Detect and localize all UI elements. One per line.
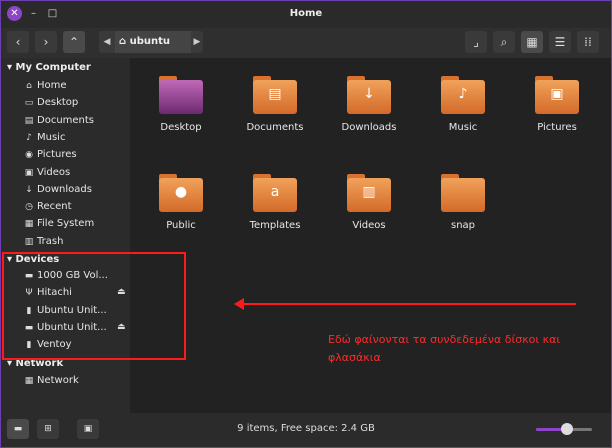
status-bar: ▬ ⊞ ▣ 9 items, Free space: 2.4 GB — [1, 413, 611, 447]
sidebar-place-8[interactable]: ▦ File System — [23, 216, 127, 232]
folder-emblem-icon: ▥ — [362, 184, 376, 200]
folder-icon: ↓ — [347, 74, 391, 114]
list-view-icon[interactable]: ☰ — [549, 31, 571, 53]
sidebar-item-icon: ▭ — [24, 98, 34, 109]
folder-icon: ● — [159, 172, 203, 212]
folder-label: Desktop — [160, 122, 202, 133]
open-terminal-icon[interactable]: ⌟ — [465, 31, 487, 53]
annotation-arrow-head — [234, 298, 244, 310]
search-icon[interactable]: ⌕ — [493, 31, 515, 53]
folder-item[interactable]: ▣ Pictures — [512, 74, 602, 133]
sidebar-item-icon: ↓ — [25, 184, 33, 195]
folder-item[interactable]: ● Public — [136, 172, 226, 231]
title-bar: ✕ – □ Home — [1, 1, 611, 27]
folder-label: Templates — [249, 220, 301, 231]
zoom-slider-knob[interactable] — [560, 423, 573, 435]
annotation-text: Εδώ φαίνονται τα συνδεδεμένα δίσκοι και … — [328, 331, 608, 367]
sidebar-item-label: Downloads — [37, 183, 92, 195]
sidebar-place-0[interactable]: ⌂ Home — [23, 78, 127, 94]
folder-label: Downloads — [341, 122, 397, 133]
folder-label: Public — [166, 220, 196, 231]
grid-view-icon[interactable]: ▦ — [521, 31, 543, 53]
folder-icon: ▣ — [535, 74, 579, 114]
sidebar-item-label: Pictures — [37, 149, 77, 161]
sidebar-item-icon: ▦ — [24, 219, 34, 230]
sidebar-place-3[interactable]: ♪ Music — [23, 130, 127, 146]
annotation-line-2: φλασάκια — [328, 351, 381, 364]
annotation-line-1: Εδώ φαίνονται τα συνδεδεμένα δίσκοι και — [328, 333, 561, 346]
breadcrumb-home[interactable]: ⌂ ubuntu — [115, 31, 191, 53]
status-text: 9 items, Free space: 2.4 GB — [237, 423, 375, 434]
folder-label: Music — [448, 122, 478, 133]
folder-item[interactable]: ▥ Videos — [324, 172, 414, 231]
sidebar-place-4[interactable]: ◉ Pictures — [23, 147, 127, 163]
sidebar-item-label: Network — [37, 375, 79, 386]
folder-item[interactable]: snap — [418, 172, 508, 231]
folder-emblem-icon: ↓ — [363, 86, 375, 102]
folder-icon: ▤ — [253, 74, 297, 114]
folder-icon: ▥ — [347, 172, 391, 212]
sidebar-item-icon: ◉ — [25, 150, 33, 161]
zoom-slider[interactable] — [536, 423, 592, 435]
compact-view-icon[interactable]: ⁞⁞ — [577, 31, 599, 53]
folder-icon: ♪ — [441, 74, 485, 114]
sidebar-item-icon: ⌂ — [26, 81, 32, 91]
sidebar-item-label: Videos — [37, 166, 71, 178]
folder-item[interactable]: ▤ Documents — [230, 74, 320, 133]
toolbar: ‹ › ⌃ ◀ ⌂ ubuntu ▶ ⌟ ⌕ ▦ ☰ ⁞⁞ — [1, 28, 611, 58]
folder-label: Pictures — [537, 122, 577, 133]
folder-icon — [441, 172, 485, 212]
sidebar-item-label: Documents — [37, 114, 95, 126]
sidebar-item-icon: ▤ — [24, 115, 34, 126]
forward-button[interactable]: › — [35, 31, 57, 53]
sidebar-item-label: Desktop — [37, 97, 79, 109]
folder-emblem-icon: ▤ — [268, 86, 282, 102]
folder-label: Documents — [246, 122, 304, 133]
sidebar-item-label: Trash — [37, 235, 64, 247]
devices-highlight-box — [2, 252, 186, 360]
sidebar-item-icon: ▥ — [24, 236, 34, 247]
sidebar-place-9[interactable]: ▥ Trash — [23, 234, 127, 250]
breadcrumb: ◀ ⌂ ubuntu ▶ — [99, 31, 203, 53]
folder-emblem-icon: ● — [174, 184, 188, 200]
file-manager-window: ✕ – □ Home ‹ › ⌃ ◀ ⌂ ubuntu ▶ ⌟ ⌕ ▦ ☰ ⁞⁞… — [0, 0, 612, 448]
sidebar-place-5[interactable]: ▣ Videos — [23, 165, 127, 181]
section-my-computer[interactable]: ▾ My Computer — [7, 62, 91, 73]
sidebar-place-7[interactable]: ◷ Recent — [23, 199, 127, 215]
window-title: Home — [289, 8, 323, 19]
sidebar-place-2[interactable]: ▤ Documents — [23, 113, 127, 129]
sidebar-item-icon: ♪ — [26, 132, 32, 143]
sidebar-item-icon: ▦ — [24, 376, 34, 386]
folder-label: snap — [450, 220, 476, 231]
sidebar-item-label: Music — [37, 131, 66, 143]
folder-icon: a — [253, 172, 297, 212]
folder-item[interactable]: Desktop — [136, 74, 226, 133]
breadcrumb-right-arrow[interactable]: ▶ — [191, 31, 203, 53]
folder-body — [441, 178, 485, 212]
folder-emblem-icon: a — [270, 184, 280, 200]
sidebar-item-label: File System — [37, 218, 95, 230]
sidebar-item-label: Home — [37, 80, 67, 91]
folder-item[interactable]: ♪ Music — [418, 74, 508, 133]
folder-item[interactable]: a Templates — [230, 172, 320, 231]
sidebar-network-0[interactable]: ▦ Network — [23, 373, 127, 389]
sidebar-item-label: Recent — [37, 201, 72, 213]
folder-label: Videos — [352, 220, 386, 231]
folder-emblem-icon: ▣ — [550, 86, 564, 102]
sidebar-item-icon: ◷ — [25, 202, 33, 213]
home-icon: ⌂ — [119, 36, 130, 47]
sidebar-item-icon: ▣ — [24, 167, 34, 178]
folder-icon — [159, 74, 203, 114]
folder-emblem-icon: ♪ — [458, 86, 468, 102]
up-button[interactable]: ⌃ — [63, 31, 85, 53]
folder-item[interactable]: ↓ Downloads — [324, 74, 414, 133]
sidebar-place-1[interactable]: ▭ Desktop — [23, 95, 127, 111]
annotation-arrow — [240, 303, 576, 305]
folder-body — [159, 80, 203, 114]
breadcrumb-left-arrow[interactable]: ◀ — [101, 31, 113, 53]
back-button[interactable]: ‹ — [7, 31, 29, 53]
sidebar-place-6[interactable]: ↓ Downloads — [23, 182, 127, 198]
